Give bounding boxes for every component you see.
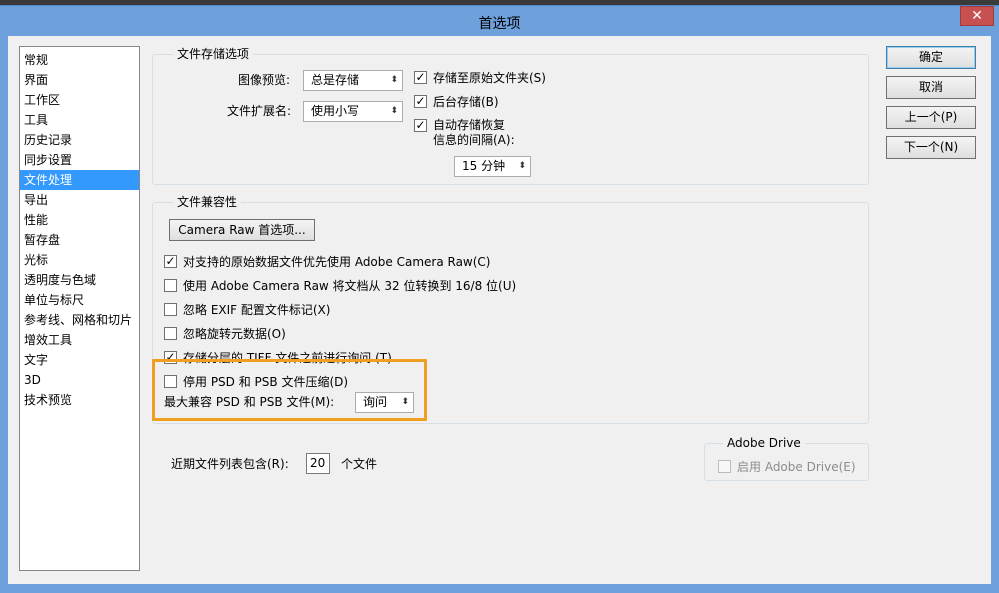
compat-option-checkbox[interactable] <box>164 279 177 292</box>
compat-option-checkbox[interactable]: ✓ <box>164 255 177 268</box>
combo-arrow-icon: ⬍ <box>518 161 526 171</box>
background-save-label: 后台存储(B) <box>433 95 499 109</box>
autosave-interval-select[interactable]: 15 分钟 ⬍ <box>454 156 531 177</box>
previous-button[interactable]: 上一个(P) <box>886 106 976 129</box>
compat-option-checkbox[interactable] <box>164 303 177 316</box>
dialog-body: 常规 界面 工作区 工具 历史记录 同步设置 文件处理 导出 性能 暂存盘 光标 透明度与色域 单位与标… <box>8 36 991 584</box>
sidebar-item[interactable]: 参考线、网格和切片 <box>20 310 139 330</box>
sidebar-item[interactable]: 文字 <box>20 350 139 370</box>
sidebar-item[interactable]: 3D <box>20 370 139 390</box>
cancel-button[interactable]: 取消 <box>886 76 976 99</box>
close-button[interactable]: ✕ <box>960 6 994 26</box>
sidebar-item[interactable]: 暂存盘 <box>20 230 139 250</box>
camera-raw-preferences-button[interactable]: Camera Raw 首选项... <box>169 219 315 241</box>
autosave-checkbox[interactable]: ✓ <box>414 119 427 132</box>
recent-files-suffix: 个文件 <box>341 457 378 471</box>
compat-option-label: 忽略旋转元数据(O) <box>183 327 286 341</box>
preferences-dialog: 首选项 ✕ 常规 界面 工作区 工具 历史记录 同步设置 文件处理 导出 性能 暂存盘 光标 透明度与… <box>0 5 999 593</box>
save-to-original-folder-label: 存储至原始文件夹(S) <box>433 71 546 85</box>
checkmark-icon: ✓ <box>415 70 426 84</box>
autosave-label-line2: 信息的间隔(A): <box>433 133 515 147</box>
sidebar-item[interactable]: 同步设置 <box>20 150 139 170</box>
sidebar-item[interactable]: 文件处理 <box>20 170 139 190</box>
sidebar-item[interactable]: 工具 <box>20 110 139 130</box>
file-extension-select[interactable]: 使用小写 ⬍ <box>303 101 403 122</box>
image-preview-label: 图像预览: <box>238 73 291 87</box>
sidebar-item[interactable]: 历史记录 <box>20 130 139 150</box>
checkmark-icon: ✓ <box>165 254 176 268</box>
sidebar-item[interactable]: 常规 <box>20 50 139 70</box>
dialog-title: 首选项 <box>478 16 521 32</box>
autosave-interval-value: 15 分钟 <box>462 159 506 173</box>
checkmark-icon: ✓ <box>415 118 426 132</box>
sidebar-item[interactable]: 性能 <box>20 210 139 230</box>
sidebar-item[interactable]: 增效工具 <box>20 330 139 350</box>
sidebar-item[interactable]: 导出 <box>20 190 139 210</box>
compat-option-checkbox[interactable] <box>164 327 177 340</box>
enable-adobe-drive-checkbox[interactable] <box>718 460 731 473</box>
sidebar-item[interactable]: 透明度与色域 <box>20 270 139 290</box>
autosave-label-line1: 自动存储恢复 <box>433 118 506 132</box>
next-button[interactable]: 下一个(N) <box>886 136 976 159</box>
group-title: 文件存储选项 <box>173 47 254 61</box>
sidebar-item[interactable]: 单位与标尺 <box>20 290 139 310</box>
adobe-drive-group: Adobe Drive 启用 Adobe Drive(E) <box>704 436 869 481</box>
ok-button[interactable]: 确定 <box>886 46 976 69</box>
file-extension-label: 文件扩展名: <box>227 104 292 118</box>
compat-option-label: 使用 Adobe Camera Raw 将文档从 32 位转换到 16/8 位(… <box>183 279 517 293</box>
sidebar-item[interactable]: 界面 <box>20 70 139 90</box>
background-save-checkbox[interactable]: ✓ <box>414 95 427 108</box>
compat-option-label: 忽略 EXIF 配置文件标记(X) <box>183 303 331 317</box>
category-list[interactable]: 常规 界面 工作区 工具 历史记录 同步设置 文件处理 导出 性能 暂存盘 光标 透明度与色域 单位与标… <box>19 46 140 571</box>
sidebar-item[interactable]: 技术预览 <box>20 390 139 410</box>
image-preview-value: 总是存储 <box>311 73 360 87</box>
recent-files-count-input[interactable]: 20 <box>306 453 330 474</box>
highlight-box <box>152 359 427 421</box>
combo-arrow-icon: ⬍ <box>390 106 398 116</box>
save-to-original-folder-checkbox[interactable]: ✓ <box>414 71 427 84</box>
checkmark-icon: ✓ <box>415 94 426 108</box>
combo-arrow-icon: ⬍ <box>390 75 398 85</box>
group-title: Adobe Drive <box>723 436 805 450</box>
enable-adobe-drive-label: 启用 Adobe Drive(E) <box>737 460 856 474</box>
recent-files-label: 近期文件列表包含(R): <box>171 457 289 471</box>
sidebar-item[interactable]: 光标 <box>20 250 139 270</box>
image-preview-select[interactable]: 总是存储 ⬍ <box>303 70 403 91</box>
title-bar: 首选项 ✕ <box>0 6 999 36</box>
sidebar-item[interactable]: 工作区 <box>20 90 139 110</box>
close-icon: ✕ <box>971 8 983 24</box>
file-extension-value: 使用小写 <box>311 104 360 118</box>
compat-option-label: 对支持的原始数据文件优先使用 Adobe Camera Raw(C) <box>183 255 491 269</box>
group-title: 文件兼容性 <box>173 195 242 209</box>
file-save-options-group: 文件存储选项 图像预览: 总是存储 ⬍ 文件扩展名: 使用小写 ⬍ ✓ 存储至原始文… <box>152 47 869 185</box>
